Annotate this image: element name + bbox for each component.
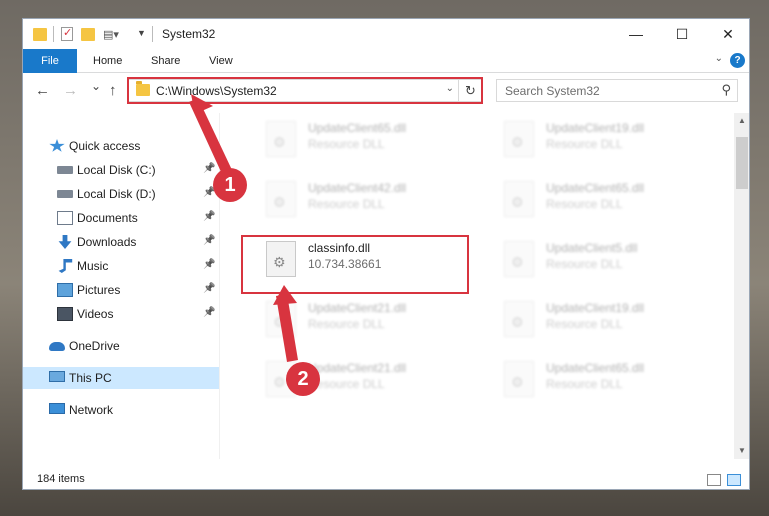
step-2-badge: 2 [286, 362, 320, 396]
annotation-arrows [189, 94, 298, 362]
step-1-badge: 1 [213, 168, 247, 202]
arrow-2-head [273, 285, 297, 305]
